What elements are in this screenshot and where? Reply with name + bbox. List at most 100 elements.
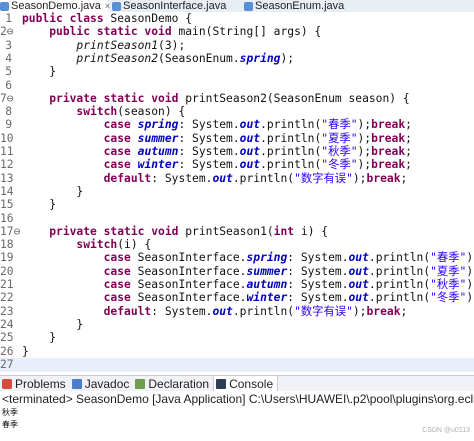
code-token: .println( xyxy=(260,131,322,145)
code-token: autumn xyxy=(246,278,288,291)
code-line[interactable]: 16 xyxy=(0,212,474,226)
code-line[interactable]: 1 public class SeasonDemo { xyxy=(0,12,474,26)
code-line[interactable]: 9 case spring: System.out.println("春季");… xyxy=(0,118,474,132)
line-number: 21 xyxy=(0,278,14,291)
code-token: default xyxy=(103,304,152,318)
line-number: 23 xyxy=(0,304,14,318)
code-line[interactable]: 27 xyxy=(0,357,474,372)
code-line[interactable]: 2⊖ public static void main(String[] args… xyxy=(0,25,474,39)
code-token: ); xyxy=(357,118,372,132)
code-editor[interactable]: 1 public class SeasonDemo {2⊖ public stat… xyxy=(0,12,474,374)
code-token: case xyxy=(103,145,138,158)
code-token: out xyxy=(239,145,261,158)
code-token: "春季" xyxy=(321,118,358,132)
code-token: case xyxy=(103,131,138,145)
code-text: default: System.out.println("数字有误");brea… xyxy=(22,171,408,186)
code-token: } xyxy=(22,344,29,358)
line-number: 24 xyxy=(0,317,14,331)
tab-label: Declaration xyxy=(148,376,210,391)
code-text: switch(season) { xyxy=(22,105,185,119)
close-icon[interactable]: × xyxy=(105,1,110,12)
code-line[interactable]: 17⊖ private static void printSeason1(int… xyxy=(0,225,474,239)
line-number: 22 xyxy=(0,291,14,305)
code-line[interactable]: 22 case SeasonInterface.winter: System.o… xyxy=(0,291,474,305)
code-token: out xyxy=(348,278,369,291)
code-token: "秋季" xyxy=(430,278,467,291)
code-line[interactable]: 14 } xyxy=(0,185,474,199)
code-token: main(String[] args) { xyxy=(178,25,322,39)
code-line[interactable]: 7⊖ private static void printSeason2(Seas… xyxy=(0,92,474,106)
code-token: out xyxy=(239,118,261,132)
code-token: ; xyxy=(405,145,412,158)
code-token: .println( xyxy=(260,145,322,158)
code-text: printSeason2(SeasonEnum.spring); xyxy=(22,52,294,66)
code-token: private static void xyxy=(49,224,186,238)
code-line[interactable]: 13 default: System.out.println("数字有误");b… xyxy=(0,172,474,186)
code-token: (season) { xyxy=(117,105,186,119)
code-token: spring xyxy=(246,251,288,265)
code-line[interactable]: 15 } xyxy=(0,198,474,212)
code-line[interactable]: 25 } xyxy=(0,331,474,345)
code-line[interactable]: 20 case SeasonInterface.summer: System.o… xyxy=(0,265,474,279)
code-line[interactable]: 23 default: System.out.println("数字有误");b… xyxy=(0,305,474,319)
line-number: 16 xyxy=(0,211,14,225)
code-line[interactable]: 8 switch(season) { xyxy=(0,105,474,119)
code-token: case xyxy=(103,158,138,172)
code-token: } xyxy=(22,184,84,198)
code-line[interactable]: 11 case autumn: System.out.println("秋季")… xyxy=(0,145,474,159)
code-token: SeasonInterface. xyxy=(137,278,247,291)
code-line[interactable]: 24 } xyxy=(0,318,474,332)
code-token: printSeason2 xyxy=(76,51,159,65)
tab-problems[interactable]: Problems xyxy=(0,376,70,391)
code-line[interactable]: 18 switch(i) { xyxy=(0,238,474,252)
code-token: (3); xyxy=(158,38,186,52)
console-output-line: 春季 xyxy=(2,420,18,429)
tab-seasondemo[interactable]: SeasonDemo.java × xyxy=(0,0,110,12)
code-line[interactable]: 3 printSeason1(3); xyxy=(0,39,474,53)
tab-console[interactable]: Console xyxy=(213,376,279,391)
tab-javadoc[interactable]: Javadoc xyxy=(70,376,134,391)
tab-declaration[interactable]: Declaration xyxy=(133,376,213,391)
code-token: .println( xyxy=(368,278,431,291)
code-token: ; xyxy=(400,171,408,185)
code-text: private static void printSeason2(SeasonE… xyxy=(22,91,410,106)
tab-label: Javadoc xyxy=(84,376,130,391)
code-token: ); xyxy=(466,251,474,265)
code-line[interactable]: 4 printSeason2(SeasonEnum.spring); xyxy=(0,52,474,66)
code-token: winter xyxy=(246,291,288,305)
code-line[interactable]: 19 case SeasonInterface.spring: System.o… xyxy=(0,251,474,265)
line-number: 27 xyxy=(0,357,14,371)
code-token: printSeason2(SeasonEnum season) { xyxy=(185,91,410,105)
code-line[interactable]: 10 case summer: System.out.println("夏季")… xyxy=(0,132,474,146)
tab-label: Console xyxy=(229,376,274,391)
code-token: winter xyxy=(137,158,179,172)
code-line[interactable]: 12 case winter: System.out.println("冬季")… xyxy=(0,158,474,172)
code-text: private static void printSeason1(int i) … xyxy=(22,225,328,239)
code-line[interactable]: 26} xyxy=(0,345,474,359)
line-number: 4 xyxy=(5,51,12,65)
line-number: 14 xyxy=(0,184,14,198)
code-token: out xyxy=(239,131,261,145)
code-token: } xyxy=(22,331,57,345)
code-token: .println( xyxy=(260,158,322,172)
code-text: } xyxy=(22,65,56,79)
code-line[interactable]: 21 case SeasonInterface.autumn: System.o… xyxy=(0,278,474,292)
code-token: ); xyxy=(357,145,372,158)
tab-seasonenum[interactable]: SeasonEnum.java xyxy=(244,0,354,12)
code-token: case xyxy=(103,118,138,132)
tab-label: SeasonDemo.java xyxy=(11,0,101,12)
code-token: "夏季" xyxy=(321,131,358,145)
tab-seasoninterface[interactable]: SeasonInterface.java xyxy=(112,0,240,12)
code-text: } xyxy=(22,198,56,212)
code-token: ; xyxy=(405,158,412,172)
code-line[interactable]: 6 xyxy=(0,79,474,93)
code-token: (SeasonEnum. xyxy=(158,51,240,65)
code-line[interactable]: 5 } xyxy=(0,65,474,79)
